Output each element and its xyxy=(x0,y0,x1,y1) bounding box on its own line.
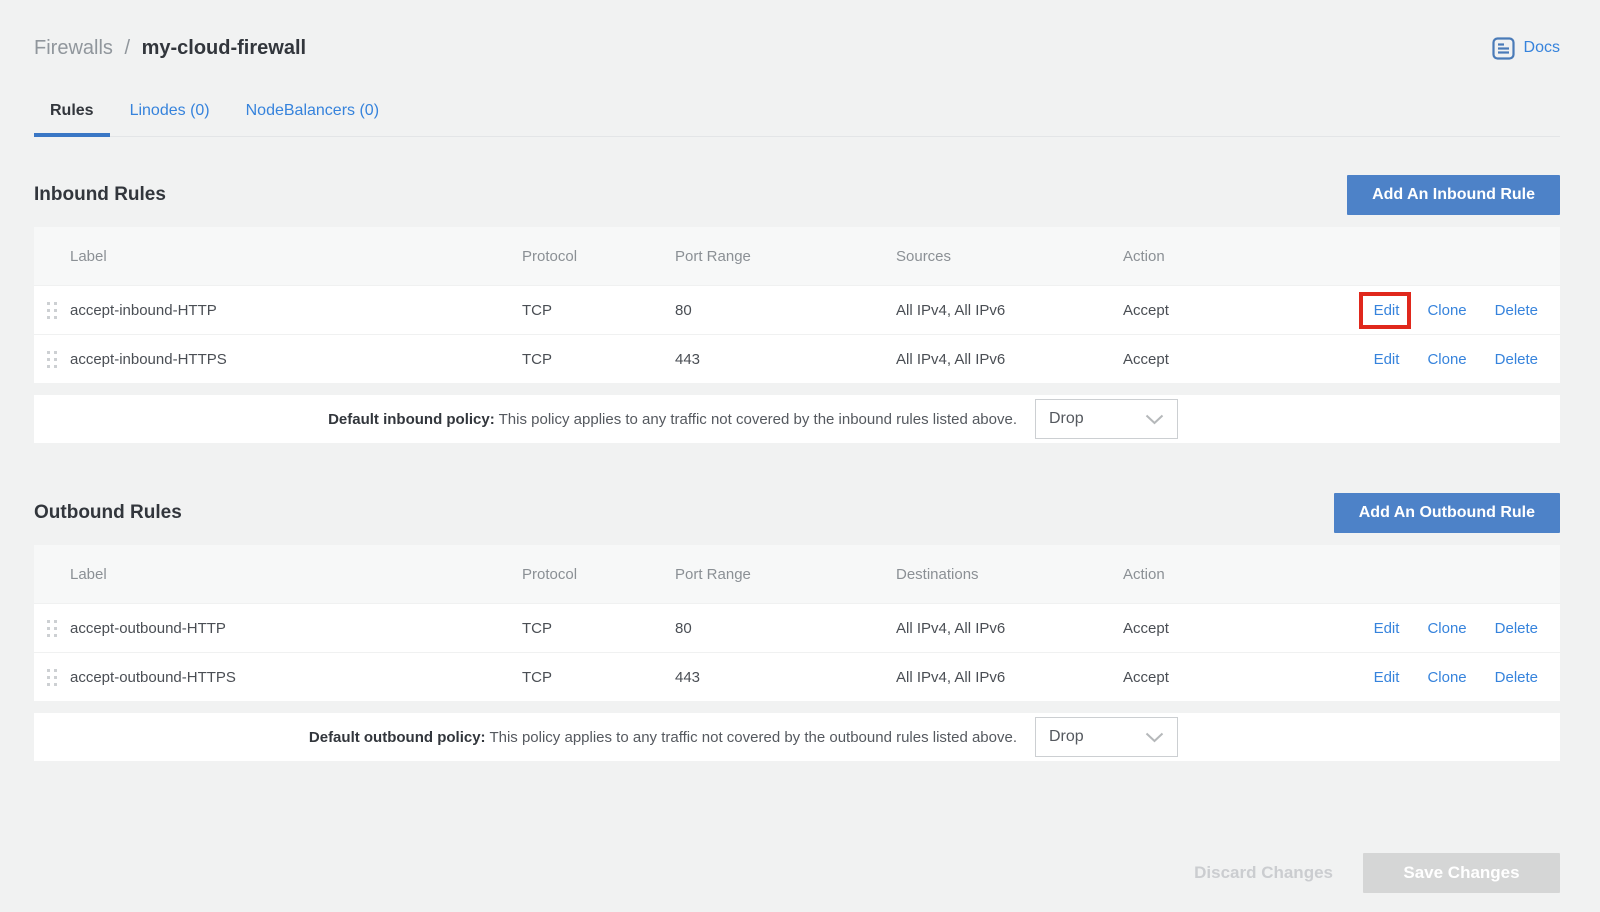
outbound-table-header: Label Protocol Port Range Destinations A… xyxy=(34,545,1560,603)
chevron-down-icon xyxy=(1145,414,1164,425)
drag-handle-icon[interactable] xyxy=(34,301,70,320)
inbound-section-header: Inbound Rules Add An Inbound Rule xyxy=(34,173,1560,217)
outbound-policy-label: Default outbound policy: xyxy=(309,729,486,746)
rule-sources: All IPv4, All IPv6 xyxy=(896,302,1123,319)
delete-link[interactable]: Delete xyxy=(1495,351,1538,368)
column-header-destinations: Destinations xyxy=(896,566,1123,583)
outbound-rules-title: Outbound Rules xyxy=(34,502,182,524)
rule-action: Accept xyxy=(1123,620,1301,637)
discard-changes-button[interactable]: Discard Changes xyxy=(1164,853,1363,893)
edit-link[interactable]: Edit xyxy=(1374,669,1400,686)
inbound-default-policy: Default inbound policy: This policy appl… xyxy=(34,395,1560,443)
rule-action: Accept xyxy=(1123,669,1301,686)
column-header-action: Action xyxy=(1123,248,1301,265)
inbound-rules-table: Label Protocol Port Range Sources Action… xyxy=(34,227,1560,383)
rule-label: accept-inbound-HTTPS xyxy=(70,351,522,368)
rule-destinations: All IPv4, All IPv6 xyxy=(896,669,1123,686)
edit-link[interactable]: Edit xyxy=(1374,351,1400,368)
outbound-policy-select[interactable]: Drop xyxy=(1035,717,1178,757)
breadcrumb: Firewalls / my-cloud-firewall xyxy=(34,37,306,60)
rule-port-range: 443 xyxy=(675,351,896,368)
column-header-protocol: Protocol xyxy=(522,248,675,265)
table-row: accept-outbound-HTTP TCP 80 All IPv4, Al… xyxy=(34,603,1560,652)
rule-protocol: TCP xyxy=(522,351,675,368)
breadcrumb-separator: / xyxy=(124,37,130,59)
outbound-policy-description: This policy applies to any traffic not c… xyxy=(489,729,1017,746)
save-changes-button[interactable]: Save Changes xyxy=(1363,853,1560,893)
breadcrumb-firewalls-link[interactable]: Firewalls xyxy=(34,37,113,59)
edit-link[interactable]: Edit xyxy=(1374,302,1400,319)
rule-label: accept-inbound-HTTP xyxy=(70,302,522,319)
column-header-port-range: Port Range xyxy=(675,248,896,265)
outbound-policy-selected-value: Drop xyxy=(1049,728,1084,746)
tab-rules[interactable]: Rules xyxy=(34,88,110,136)
column-header-port-range: Port Range xyxy=(675,566,896,583)
column-header-sources: Sources xyxy=(896,248,1123,265)
rule-protocol: TCP xyxy=(522,302,675,319)
add-outbound-rule-button[interactable]: Add An Outbound Rule xyxy=(1334,493,1560,533)
rule-action: Accept xyxy=(1123,351,1301,368)
rule-destinations: All IPv4, All IPv6 xyxy=(896,620,1123,637)
inbound-policy-label: Default inbound policy: xyxy=(328,411,495,428)
inbound-policy-selected-value: Drop xyxy=(1049,410,1084,428)
rule-port-range: 80 xyxy=(675,620,896,637)
column-header-action: Action xyxy=(1123,566,1301,583)
column-header-label: Label xyxy=(70,248,522,265)
docs-link[interactable]: Docs xyxy=(1492,37,1560,60)
add-inbound-rule-button[interactable]: Add An Inbound Rule xyxy=(1347,175,1560,215)
outbound-rules-table: Label Protocol Port Range Destinations A… xyxy=(34,545,1560,701)
footer-actions: Discard Changes Save Changes xyxy=(34,853,1560,893)
table-row: accept-inbound-HTTP TCP 80 All IPv4, All… xyxy=(34,285,1560,334)
drag-handle-icon[interactable] xyxy=(34,350,70,369)
column-header-protocol: Protocol xyxy=(522,566,675,583)
rule-port-range: 80 xyxy=(675,302,896,319)
outbound-default-policy: Default outbound policy: This policy app… xyxy=(34,713,1560,761)
table-row: accept-inbound-HTTPS TCP 443 All IPv4, A… xyxy=(34,334,1560,383)
rule-label: accept-outbound-HTTP xyxy=(70,620,522,637)
docs-icon xyxy=(1492,37,1515,60)
rule-protocol: TCP xyxy=(522,669,675,686)
drag-handle-icon[interactable] xyxy=(34,668,70,687)
delete-link[interactable]: Delete xyxy=(1495,669,1538,686)
outbound-section-header: Outbound Rules Add An Outbound Rule xyxy=(34,491,1560,535)
docs-label: Docs xyxy=(1524,39,1560,57)
delete-link[interactable]: Delete xyxy=(1495,302,1538,319)
inbound-policy-description: This policy applies to any traffic not c… xyxy=(499,411,1017,428)
rule-action: Accept xyxy=(1123,302,1301,319)
tab-nodebalancers[interactable]: NodeBalancers (0) xyxy=(230,88,395,136)
top-bar: Firewalls / my-cloud-firewall Docs xyxy=(34,30,1560,66)
column-header-label: Label xyxy=(70,566,522,583)
drag-handle-icon[interactable] xyxy=(34,619,70,638)
rule-label: accept-outbound-HTTPS xyxy=(70,669,522,686)
rule-protocol: TCP xyxy=(522,620,675,637)
edit-link[interactable]: Edit xyxy=(1374,620,1400,637)
clone-link[interactable]: Clone xyxy=(1427,620,1466,637)
breadcrumb-firewall-name[interactable]: my-cloud-firewall xyxy=(142,37,306,59)
table-row: accept-outbound-HTTPS TCP 443 All IPv4, … xyxy=(34,652,1560,701)
rule-sources: All IPv4, All IPv6 xyxy=(896,351,1123,368)
chevron-down-icon xyxy=(1145,732,1164,743)
clone-link[interactable]: Clone xyxy=(1427,302,1466,319)
tab-bar: Rules Linodes (0) NodeBalancers (0) xyxy=(34,88,1560,137)
rule-port-range: 443 xyxy=(675,669,896,686)
delete-link[interactable]: Delete xyxy=(1495,620,1538,637)
inbound-rules-title: Inbound Rules xyxy=(34,184,166,206)
inbound-policy-select[interactable]: Drop xyxy=(1035,399,1178,439)
clone-link[interactable]: Clone xyxy=(1427,669,1466,686)
inbound-table-header: Label Protocol Port Range Sources Action xyxy=(34,227,1560,285)
firewall-detail-page: Firewalls / my-cloud-firewall Docs Rules… xyxy=(0,0,1600,893)
clone-link[interactable]: Clone xyxy=(1427,351,1466,368)
tab-linodes[interactable]: Linodes (0) xyxy=(114,88,226,136)
